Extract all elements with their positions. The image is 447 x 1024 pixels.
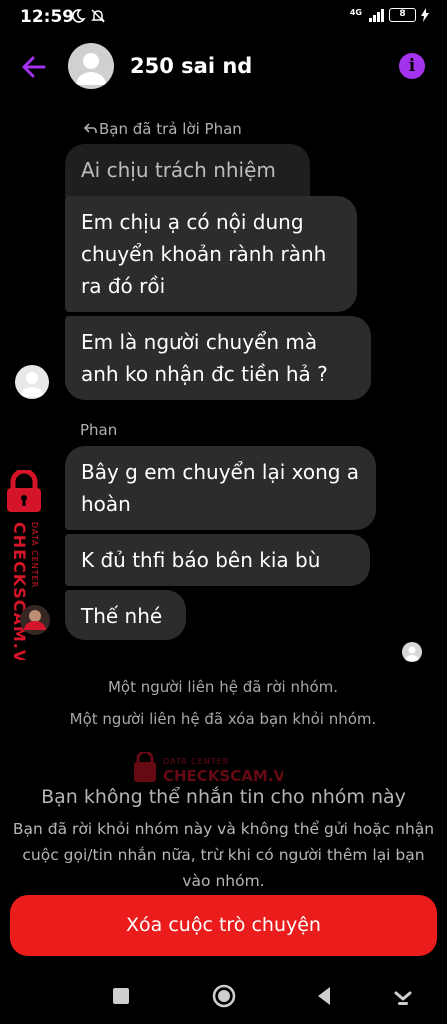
chat-title[interactable]: 250 sai nd — [130, 54, 252, 78]
moon-icon — [72, 9, 86, 23]
message-bubble[interactable]: Em là người chuyển mà anh ko nhận đc tiề… — [65, 316, 371, 400]
message-text: Thế nhé — [81, 604, 163, 628]
watermark-center: DATA CENTER CHECKSCAM.VN — [133, 750, 298, 786]
sender-avatar[interactable] — [15, 365, 49, 399]
message-text: Em là người chuyển mà anh ko nhận đc tiề… — [81, 330, 328, 386]
bell-muted-icon — [91, 9, 105, 23]
seen-avatar — [402, 642, 422, 662]
reply-icon — [83, 123, 97, 133]
quoted-message-text: Ai chịu trách nhiệm — [81, 158, 276, 182]
system-message-left: Một người liên hệ đã rời nhóm. — [107, 678, 339, 696]
person-icon — [405, 646, 419, 661]
message-text: Em chịu ạ có nội dung chuyển khoản rành … — [81, 210, 327, 298]
system-nav-bar — [0, 970, 447, 1024]
reply-label-text: Bạn đã trả lời Phan — [99, 120, 242, 138]
system-message-removed: Một người liên hệ đã xóa bạn khỏi nhóm. — [69, 710, 377, 728]
message-text: Bây g em chuyển lại xong a hoàn — [81, 460, 360, 516]
reply-label: Bạn đã trả lời Phan — [83, 120, 242, 138]
recents-icon[interactable] — [107, 982, 135, 1010]
status-time: 12:59 — [20, 7, 75, 27]
info-icon: i — [408, 56, 416, 76]
chat-header: 250 sai nd i — [0, 38, 447, 96]
message-bubble[interactable]: Bây g em chuyển lại xong a hoàn — [65, 446, 376, 530]
svg-text:DATA CENTER: DATA CENTER — [163, 757, 229, 766]
quoted-message[interactable]: Ai chịu trách nhiệm — [65, 144, 310, 200]
home-icon[interactable] — [210, 982, 238, 1010]
group-avatar[interactable] — [68, 43, 114, 89]
watermark-logo: CHECKSCAM.VN DATA CENTER — [4, 468, 52, 678]
person-icon — [76, 53, 106, 85]
lock-icon: DATA CENTER CHECKSCAM.VN — [134, 750, 298, 785]
signal-icon — [369, 8, 384, 22]
svg-text:DATA CENTER: DATA CENTER — [30, 522, 39, 588]
blocked-title: Bạn không thể nhắn tin cho nhóm này — [41, 786, 406, 808]
message-bubble[interactable]: K đủ thfi báo bên kia bù — [65, 534, 370, 586]
status-icons-left — [70, 8, 106, 24]
message-bubble[interactable]: Em chịu ạ có nội dung chuyển khoản rành … — [65, 196, 357, 312]
svg-text:CHECKSCAM.VN: CHECKSCAM.VN — [10, 522, 29, 660]
lock-icon: CHECKSCAM.VN DATA CENTER — [7, 468, 50, 678]
person-icon — [20, 372, 44, 397]
back-nav-icon[interactable] — [310, 982, 338, 1010]
blocked-description: Bạn đã rời khỏi nhóm này và không thể gử… — [12, 820, 435, 890]
delete-conversation-button[interactable]: Xóa cuộc trò chuyện — [10, 895, 437, 956]
svg-text:CHECKSCAM.VN: CHECKSCAM.VN — [163, 767, 283, 785]
message-bubble[interactable]: Thế nhé — [65, 590, 186, 640]
info-button[interactable]: i — [399, 53, 425, 79]
network-type: 4G — [349, 8, 362, 17]
charging-icon — [421, 8, 429, 22]
back-arrow-icon[interactable] — [18, 51, 50, 83]
sender-name: Phan — [80, 421, 118, 439]
message-text: K đủ thfi báo bên kia bù — [81, 548, 321, 572]
hide-nav-icon[interactable] — [389, 982, 417, 1010]
status-bar: 12:59 4G 8 — [0, 0, 447, 34]
status-icons-right: 4G 8 — [350, 8, 429, 22]
battery-icon: 8 — [389, 8, 416, 22]
